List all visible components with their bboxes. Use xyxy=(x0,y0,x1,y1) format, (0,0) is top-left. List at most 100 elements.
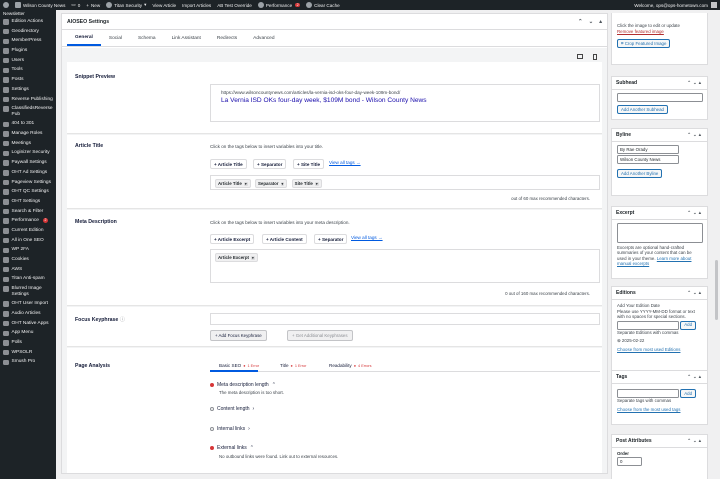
edition-input[interactable] xyxy=(617,320,679,330)
sidebar-item-settings[interactable]: Settings xyxy=(0,85,56,95)
check-meta-description-length[interactable]: Meta description length ⌃ xyxy=(210,382,276,388)
sidebar-item-tools[interactable]: Tools xyxy=(0,65,56,75)
sidebar-item-oht-qc-settings[interactable]: OHT QC Settings xyxy=(0,187,56,197)
sidebar-item-wpsolr[interactable]: WPSOLR xyxy=(0,348,56,358)
editions-header[interactable]: Editions ⌃⌄▴ xyxy=(612,287,707,300)
add-edition-button[interactable]: Add xyxy=(680,320,697,330)
sidebar-item-newsletter[interactable]: Newsletter xyxy=(0,10,56,17)
sidebar-item-app-menu[interactable]: App Menu xyxy=(0,328,56,338)
most-used-editions-link[interactable]: Choose from most used Editions xyxy=(617,347,702,353)
sidebar-item-audio-articles[interactable]: Audio Articles xyxy=(0,309,56,319)
tab-basic-seo[interactable]: Basic SEO ● 1 Error xyxy=(219,363,259,368)
sidebar-item-oht-user-import[interactable]: OHT User Import xyxy=(0,299,56,309)
sidebar-item-aws[interactable]: AWS xyxy=(0,265,56,275)
site-name-link[interactable]: Wilson County News xyxy=(15,2,65,8)
get-additional-keyphrases-button[interactable]: + Get Additional Keyphrases xyxy=(287,330,353,341)
sidebar-item-meetings[interactable]: Meetings xyxy=(0,139,56,149)
tags-header[interactable]: Tags ⌃⌄▴ xyxy=(612,371,707,384)
check-external-links[interactable]: External links ⌃ xyxy=(210,445,254,451)
clear-cache-link[interactable]: Clear Cache xyxy=(306,2,340,8)
check-content-length[interactable]: Content length › xyxy=(210,406,254,412)
box-controls-icon[interactable]: ⌃⌄▴ xyxy=(687,374,703,380)
crop-featured-image-button[interactable]: ⌗ Crop Featured Image xyxy=(617,39,671,48)
sidebar-item-memberpress[interactable]: MemberPress xyxy=(0,36,56,46)
scrollbar-thumb[interactable] xyxy=(715,260,718,320)
sidebar-item-current-edition[interactable]: Current Edition xyxy=(0,226,56,236)
sidebar-item-posts[interactable]: Posts xyxy=(0,75,56,85)
focus-keyphrase-input[interactable] xyxy=(210,313,600,325)
tab-title[interactable]: Title ● 1 Error xyxy=(280,363,306,368)
sidebar-item-smush-pro[interactable]: Smush Pro xyxy=(0,357,56,367)
sidebar-item-oht-ad-settings[interactable]: OHT Ad Settings xyxy=(0,168,56,178)
tags-input[interactable] xyxy=(617,389,679,398)
sidebar-item-classifiedsreverse-pub[interactable]: ClassifiedsReverse Pub xyxy=(0,104,56,119)
insert-article-content-button[interactable]: + Article Content xyxy=(262,234,307,244)
post-attributes-header[interactable]: Post Attributes ⌃⌄▴ xyxy=(612,435,707,448)
view-all-tags-link[interactable]: View all tags → xyxy=(351,235,383,240)
box-controls-icon[interactable]: ⌃⌄▴ xyxy=(687,290,703,296)
article-title-field[interactable]: Article Title ▾ Separator ▾ Site Title ▾ xyxy=(210,175,600,190)
byline-name-input[interactable]: By Rae Orady xyxy=(617,145,679,154)
tab-redirects[interactable]: Redirects xyxy=(209,30,245,46)
help-icon[interactable]: ⓘ xyxy=(120,317,125,323)
sidebar-item-wp-2fa[interactable]: WP 2FA xyxy=(0,245,56,255)
tag-chip[interactable]: Site Title ▾ xyxy=(291,179,322,188)
box-controls-icon[interactable]: ⌃⌄▴ xyxy=(687,438,703,444)
add-tag-button[interactable]: Add xyxy=(680,389,697,398)
sidebar-item-edition-actions[interactable]: Edition Actions xyxy=(0,17,56,27)
titan-security-link[interactable]: Titan Security ▾ xyxy=(106,2,146,8)
page-scrollbar[interactable] xyxy=(713,10,720,479)
subhead-input[interactable] xyxy=(617,93,703,102)
insert-site-title-button[interactable]: + Site Title xyxy=(293,159,325,169)
performance-link[interactable]: Performance 2 xyxy=(257,2,301,8)
remove-featured-image-link[interactable]: Remove featured image xyxy=(617,29,702,35)
order-input[interactable]: 0 xyxy=(617,456,642,466)
move-down-icon[interactable]: ⌄ xyxy=(589,19,594,25)
tab-readability[interactable]: Readability ● 4 Errors xyxy=(329,363,372,368)
subhead-header[interactable]: Subhead ⌃⌄▴ xyxy=(612,77,707,90)
box-controls-icon[interactable]: ⌃⌄▴ xyxy=(687,80,703,86)
box-controls-icon[interactable]: ⌃⌄▴ xyxy=(687,132,703,138)
insert-separator-button[interactable]: + Separator xyxy=(253,159,287,169)
sidebar-item-plugins[interactable]: Plugins xyxy=(0,46,56,56)
tab-schema[interactable]: Schema xyxy=(130,30,164,46)
sidebar-item-polls[interactable]: Polls xyxy=(0,338,56,348)
tab-general[interactable]: General xyxy=(67,30,101,46)
sidebar-item-titan-anti-spam[interactable]: Titan Anti-spam xyxy=(0,274,56,284)
move-up-icon[interactable]: ⌃ xyxy=(578,19,583,25)
tag-chip[interactable]: Separator ▾ xyxy=(255,179,288,188)
sidebar-item-404-to-301[interactable]: 404 to 301 xyxy=(0,119,56,129)
tab-advanced[interactable]: Advanced xyxy=(245,30,282,46)
insert-separator-button[interactable]: + Separator xyxy=(314,234,348,244)
add-focus-keyphrase-button[interactable]: + Add Focus Keyphrase xyxy=(210,330,267,341)
desktop-icon[interactable] xyxy=(577,54,583,59)
insert-article-title-button[interactable]: + Article Title xyxy=(210,159,247,169)
wp-logo-icon[interactable] xyxy=(3,2,9,8)
sidebar-item-cookies[interactable]: Cookies xyxy=(0,255,56,265)
import-articles-link[interactable]: Import Articles xyxy=(182,3,211,8)
most-used-tags-link[interactable]: Choose from the most used tags xyxy=(617,407,702,413)
sidebar-item-all-in-one-seo[interactable]: All in One SEO xyxy=(0,236,56,246)
tab-social[interactable]: Social xyxy=(101,30,130,46)
sidebar-item-performance[interactable]: Performance 2 xyxy=(0,216,56,226)
meta-description-field[interactable]: Article Excerpt ▾ xyxy=(210,249,600,283)
excerpt-textarea[interactable] xyxy=(617,223,703,243)
view-all-tags-link[interactable]: View all tags → xyxy=(329,160,361,165)
byline-header[interactable]: Byline ⌃⌄▴ xyxy=(612,129,707,142)
ab-test-override-link[interactable]: AB Test Override xyxy=(217,3,252,8)
sidebar-item-paywall-settings[interactable]: Paywall Settings xyxy=(0,158,56,168)
new-content-link[interactable]: + New xyxy=(86,3,100,8)
excerpt-header[interactable]: Excerpt ⌃⌄▴ xyxy=(612,207,707,220)
sidebar-item-oht-settings[interactable]: OHT Settings xyxy=(0,197,56,207)
add-another-byline-button[interactable]: Add Another Byline xyxy=(617,169,663,178)
check-internal-links[interactable]: Internal links › xyxy=(210,426,250,432)
sidebar-item-search-filter[interactable]: Search & Filter xyxy=(0,207,56,217)
sidebar-item-manage-roles[interactable]: Manage Roles xyxy=(0,129,56,139)
sidebar-item-users[interactable]: Users xyxy=(0,56,56,66)
comments-link[interactable]: ▭ 0 xyxy=(71,2,80,8)
sidebar-item-geodirectory[interactable]: Geodirectory xyxy=(0,27,56,37)
add-another-subhead-button[interactable]: Add Another Subhead xyxy=(617,105,668,114)
sidebar-item-reverse-publishing[interactable]: Reverse Publishing xyxy=(0,95,56,105)
tag-chip[interactable]: Article Title ▾ xyxy=(215,179,251,188)
insert-article-excerpt-button[interactable]: + Article Excerpt xyxy=(210,234,255,244)
